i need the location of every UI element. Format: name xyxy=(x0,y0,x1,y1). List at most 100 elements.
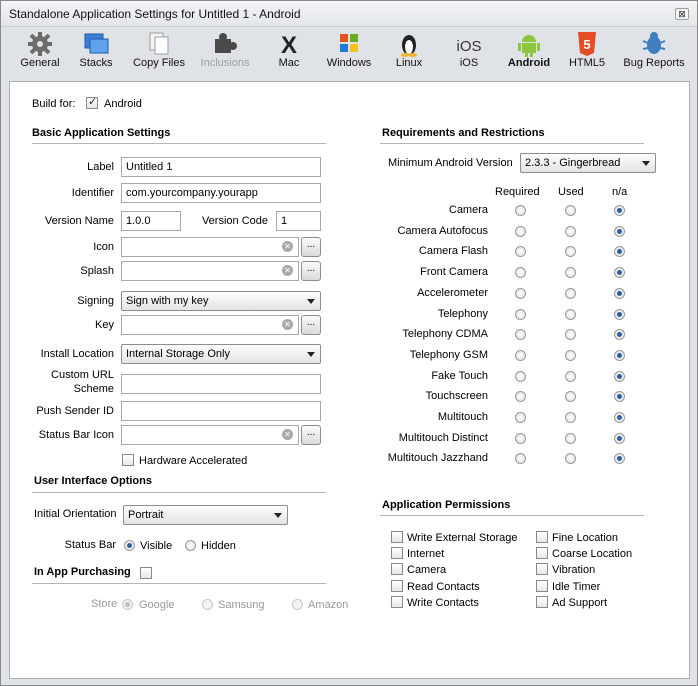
permission-checkbox[interactable] xyxy=(536,563,548,576)
mac-x-icon: X xyxy=(281,32,297,57)
feature-na-radio[interactable] xyxy=(614,205,625,216)
hardware-accelerated-checkbox[interactable] xyxy=(122,454,134,466)
feature-used-radio[interactable] xyxy=(565,412,576,423)
feature-required-radio[interactable] xyxy=(515,246,526,258)
tab-inclusions[interactable]: Inclusions xyxy=(195,31,255,75)
version-name-field[interactable]: 1.0.0 xyxy=(121,211,181,231)
icon-browse-button[interactable]: ... xyxy=(301,237,321,257)
feature-na-radio[interactable] xyxy=(614,349,625,361)
feature-na-radio[interactable] xyxy=(614,225,625,237)
custom-url-field[interactable] xyxy=(121,374,321,394)
push-sender-label: Push Sender ID xyxy=(36,405,114,417)
tab-general[interactable]: General xyxy=(15,31,65,75)
feature-required-radio[interactable] xyxy=(515,432,526,444)
store-samsung-radio[interactable] xyxy=(202,599,213,610)
feature-required-radio[interactable] xyxy=(515,412,526,423)
status-bar-icon-browse-button[interactable]: ... xyxy=(301,425,321,445)
clear-icon[interactable]: ✕ xyxy=(282,265,293,276)
store-google-radio[interactable] xyxy=(122,599,133,610)
feature-used-radio[interactable] xyxy=(565,370,576,382)
label-field[interactable]: Untitled 1 xyxy=(121,157,321,177)
feature-na-radio[interactable] xyxy=(614,370,625,382)
title-bar: Standalone Application Settings for Unti… xyxy=(1,1,697,27)
push-sender-field[interactable] xyxy=(121,401,321,421)
feature-required-radio[interactable] xyxy=(515,453,526,465)
icon-field[interactable] xyxy=(121,237,299,257)
tab-windows[interactable]: Windows xyxy=(323,31,375,75)
tab-linux[interactable]: Linux xyxy=(389,31,429,75)
feature-used-radio[interactable] xyxy=(565,225,576,237)
feature-used-radio[interactable] xyxy=(565,432,576,444)
status-bar-visible-radio[interactable] xyxy=(124,540,135,551)
store-amazon-radio[interactable] xyxy=(292,599,303,610)
chevron-down-icon xyxy=(307,299,315,304)
permission-checkbox[interactable] xyxy=(536,547,548,560)
orientation-select[interactable]: Portrait xyxy=(123,505,288,525)
identifier-field[interactable]: com.yourcompany.yourapp xyxy=(121,183,321,203)
feature-required-radio[interactable] xyxy=(515,391,526,403)
permission-checkbox[interactable] xyxy=(391,563,403,576)
status-bar-hidden-radio[interactable] xyxy=(185,540,196,551)
feature-na-radio[interactable] xyxy=(614,329,625,341)
feature-na-radio[interactable] xyxy=(614,287,625,299)
feature-na-radio[interactable] xyxy=(614,246,625,258)
feature-used-radio[interactable] xyxy=(565,308,576,320)
permission-checkbox[interactable] xyxy=(536,531,548,543)
feature-na-radio[interactable] xyxy=(614,432,625,444)
feature-used-radio[interactable] xyxy=(565,329,576,341)
feature-used-radio[interactable] xyxy=(565,205,576,216)
status-bar-icon-field[interactable] xyxy=(121,425,299,445)
feature-na-radio[interactable] xyxy=(614,267,625,279)
permission-checkbox[interactable] xyxy=(391,531,403,543)
feature-required-radio[interactable] xyxy=(515,329,526,341)
feature-used-radio[interactable] xyxy=(565,391,576,403)
install-location-select[interactable]: Internal Storage Only xyxy=(121,344,321,364)
permission-checkbox[interactable] xyxy=(536,579,548,592)
column-required: Required xyxy=(495,186,540,198)
feature-na-radio[interactable] xyxy=(614,391,625,403)
tab-copy-files[interactable]: Copy Files xyxy=(129,31,189,75)
feature-required-radio[interactable] xyxy=(515,225,526,237)
splash-browse-button[interactable]: ... xyxy=(301,261,321,281)
permission-checkbox[interactable] xyxy=(536,595,548,608)
feature-used-radio[interactable] xyxy=(565,246,576,258)
feature-na-radio[interactable] xyxy=(614,412,625,423)
feature-required-radio[interactable] xyxy=(515,287,526,299)
svg-text:X: X xyxy=(281,32,297,57)
feature-label: Touchscreen xyxy=(425,390,488,403)
permission-checkbox[interactable] xyxy=(391,579,403,592)
permission-checkbox[interactable] xyxy=(391,595,403,608)
feature-required-radio[interactable] xyxy=(515,370,526,382)
feature-na-radio[interactable] xyxy=(614,308,625,320)
signing-select[interactable]: Sign with my key xyxy=(121,291,321,311)
key-browse-button[interactable]: ... xyxy=(301,315,321,335)
feature-used-radio[interactable] xyxy=(565,287,576,299)
feature-required-radio[interactable] xyxy=(515,205,526,216)
tab-mac[interactable]: X Mac xyxy=(267,31,311,75)
feature-required-radio[interactable] xyxy=(515,308,526,320)
feature-used-radio[interactable] xyxy=(565,267,576,279)
key-field[interactable] xyxy=(121,315,299,335)
feature-required-radio[interactable] xyxy=(515,349,526,361)
close-button[interactable]: ⊠ xyxy=(675,8,689,20)
tab-stacks[interactable]: Stacks xyxy=(71,31,121,75)
feature-used-radio[interactable] xyxy=(565,453,576,465)
iap-checkbox[interactable] xyxy=(140,567,152,579)
build-for-checkbox[interactable] xyxy=(86,95,98,109)
bug-icon xyxy=(642,32,666,54)
tab-html5[interactable]: 5 HTML5 xyxy=(565,31,609,75)
tab-android[interactable]: Android xyxy=(505,31,553,75)
feature-required-radio[interactable] xyxy=(515,267,526,279)
clear-icon[interactable]: ✕ xyxy=(282,429,293,440)
min-android-version-select[interactable]: 2.3.3 - Gingerbread xyxy=(520,153,656,173)
clear-icon[interactable]: ✕ xyxy=(282,241,293,252)
version-code-field[interactable]: 1 xyxy=(276,211,321,231)
feature-used-radio[interactable] xyxy=(565,349,576,361)
min-android-version-label: Minimum Android Version xyxy=(388,157,513,169)
tab-ios[interactable]: iOS iOS xyxy=(449,31,489,75)
feature-na-radio[interactable] xyxy=(614,453,625,465)
splash-field[interactable] xyxy=(121,261,299,281)
tab-bug-reports[interactable]: Bug Reports xyxy=(621,31,687,75)
permission-checkbox[interactable] xyxy=(391,547,403,560)
clear-icon[interactable]: ✕ xyxy=(282,319,293,330)
